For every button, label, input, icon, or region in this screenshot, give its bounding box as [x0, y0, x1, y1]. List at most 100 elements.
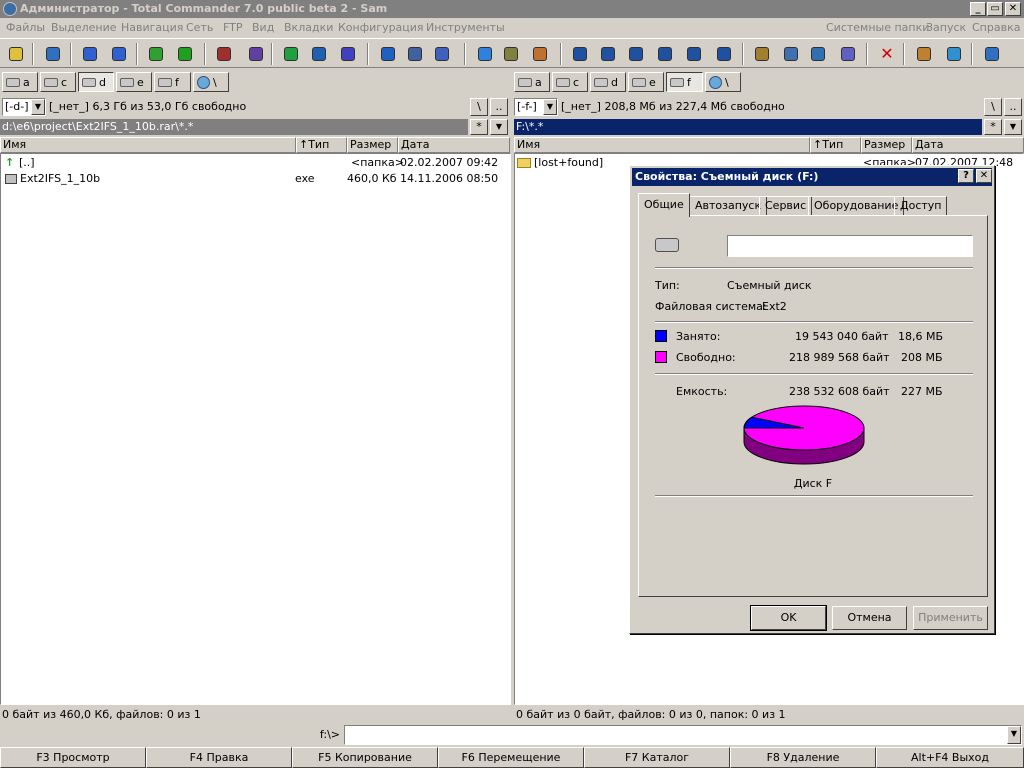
volume-label-input[interactable] [727, 235, 973, 257]
chevron-down-icon[interactable]: ▼ [1007, 726, 1021, 744]
table-row[interactable]: ↑ [..] <папка> 02.02.2007 09:42 [5, 155, 505, 171]
right-root-button[interactable]: \ [984, 98, 1002, 116]
table-row[interactable]: Ext2IFS_1_10b exe 460,0 Кб 14.11.2006 08… [5, 171, 505, 187]
right-history-button[interactable]: ▼ [1004, 119, 1022, 135]
left-history-button[interactable]: ▼ [490, 119, 508, 135]
ok-button[interactable]: OK [750, 605, 827, 631]
right-col-type[interactable]: ↑Тип [810, 137, 861, 153]
left-drive-select[interactable]: [-d-] ▼ [2, 98, 46, 116]
left-drive-e-button[interactable]: e [116, 72, 152, 92]
minimize-button[interactable]: _ [970, 2, 986, 16]
right-col-size[interactable]: Размер [861, 137, 912, 153]
dialog-help-button[interactable]: ? [958, 169, 974, 183]
menu-system-folders[interactable]: Системные папки [826, 18, 929, 38]
left-filter-button[interactable]: * [470, 119, 488, 135]
right-col-name[interactable]: Имя [514, 137, 810, 153]
window5-icon[interactable] [684, 44, 704, 64]
menu-tabs[interactable]: Вкладки [284, 18, 333, 38]
menu-run[interactable]: Запуск [926, 18, 966, 38]
chevron-down-icon[interactable]: ▼ [31, 99, 45, 115]
f3-view-button[interactable]: F3 Просмотр [0, 747, 146, 768]
notepad-icon[interactable] [432, 44, 452, 64]
forward-icon[interactable] [109, 44, 129, 64]
right-filter-button[interactable]: * [984, 119, 1002, 135]
magnify-icon[interactable] [781, 44, 801, 64]
window4-icon[interactable] [655, 44, 675, 64]
back-icon[interactable] [80, 44, 100, 64]
tab-sharing[interactable]: Доступ [894, 196, 948, 216]
network-icon[interactable] [146, 44, 166, 64]
f4-edit-button[interactable]: F4 Правка [146, 747, 292, 768]
menu-help[interactable]: Справка [972, 18, 1020, 38]
right-drive-c-button[interactable]: c [552, 72, 588, 92]
menu-selection[interactable]: Выделение [51, 18, 117, 38]
dialog-close-button[interactable]: ✕ [976, 169, 992, 183]
pack-icon[interactable] [246, 44, 266, 64]
timer-icon[interactable] [944, 44, 964, 64]
right-path[interactable]: F:\*.* [514, 119, 982, 135]
tab-general[interactable]: Общие [638, 193, 690, 217]
cancel-button[interactable]: Отмена [832, 606, 907, 630]
tools-icon[interactable] [752, 44, 772, 64]
maximize-button[interactable]: ▭ [987, 2, 1003, 16]
right-drive-f-button[interactable]: f [666, 72, 703, 92]
tab-autorun[interactable]: Автозапуск [689, 196, 768, 216]
menu-ftp[interactable]: FTP [223, 18, 243, 38]
left-col-date[interactable]: Дата [398, 137, 510, 153]
left-col-name[interactable]: Имя [0, 137, 296, 153]
help-icon[interactable] [982, 44, 1002, 64]
window-icon[interactable] [570, 44, 590, 64]
edit-icon[interactable] [914, 44, 934, 64]
menu-tools[interactable]: Инструменты [426, 18, 505, 38]
f5-copy-button[interactable]: F5 Копирование [292, 747, 438, 768]
right-col-date[interactable]: Дата [912, 137, 1024, 153]
window6-icon[interactable] [714, 44, 734, 64]
browser-icon[interactable] [378, 44, 398, 64]
window3-icon[interactable] [626, 44, 646, 64]
tab-service[interactable]: Сервис [759, 196, 813, 216]
sort-az-icon[interactable] [309, 44, 329, 64]
menu-navigation[interactable]: Навигация [121, 18, 183, 38]
right-drive-a-button[interactable]: a [514, 72, 550, 92]
right-drive-network-button[interactable]: \ [705, 72, 741, 92]
command-line-input[interactable]: ▼ [344, 725, 1022, 745]
sort-icon[interactable] [281, 44, 301, 64]
window2-icon[interactable] [598, 44, 618, 64]
ftp-icon[interactable] [405, 44, 425, 64]
archive-icon[interactable] [214, 44, 234, 64]
right-drive-d-button[interactable]: d [590, 72, 626, 92]
right-up-button[interactable]: .. [1004, 98, 1022, 116]
cube-icon[interactable] [175, 44, 195, 64]
left-path[interactable]: d:\e6\project\Ext2IFS_1_10b.rar\*.* [0, 119, 468, 135]
left-col-type[interactable]: ↑Тип [296, 137, 347, 153]
lightbulb-icon[interactable] [6, 44, 26, 64]
wizard-icon[interactable] [838, 44, 858, 64]
left-up-button[interactable]: .. [490, 98, 508, 116]
f6-move-button[interactable]: F6 Перемещение [438, 747, 584, 768]
menu-configuration[interactable]: Конфигурация [338, 18, 424, 38]
left-drive-a-button[interactable]: a [2, 72, 38, 92]
search-icon[interactable] [501, 44, 521, 64]
left-drive-c-button[interactable]: c [40, 72, 76, 92]
close-button[interactable]: ✕ [1005, 2, 1021, 16]
menu-network[interactable]: Сеть [186, 18, 213, 38]
star-icon[interactable] [475, 44, 495, 64]
left-col-size[interactable]: Размер [347, 137, 398, 153]
menu-files[interactable]: Файлы [6, 18, 45, 38]
left-file-panel[interactable]: ↑ [..] <папка> 02.02.2007 09:42 Ext2IFS_… [0, 153, 511, 705]
apply-button[interactable]: Применить [913, 606, 988, 630]
altf4-exit-button[interactable]: Alt+F4 Выход [876, 747, 1024, 768]
checklist-icon[interactable] [338, 44, 358, 64]
left-drive-f-button[interactable]: f [154, 72, 191, 92]
menu-view[interactable]: Вид [252, 18, 274, 38]
chevron-down-icon[interactable]: ▼ [543, 99, 557, 115]
tab-hardware[interactable]: Оборудование [808, 196, 905, 216]
left-drive-d-button[interactable]: d [78, 72, 114, 92]
refresh-icon[interactable] [43, 44, 63, 64]
f7-mkdir-button[interactable]: F7 Каталог [584, 747, 730, 768]
delete-icon[interactable]: ✕ [877, 44, 897, 64]
right-drive-select[interactable]: [-f-] ▼ [514, 98, 558, 116]
f8-delete-button[interactable]: F8 Удаление [730, 747, 876, 768]
compare-icon[interactable] [530, 44, 550, 64]
left-root-button[interactable]: \ [470, 98, 488, 116]
